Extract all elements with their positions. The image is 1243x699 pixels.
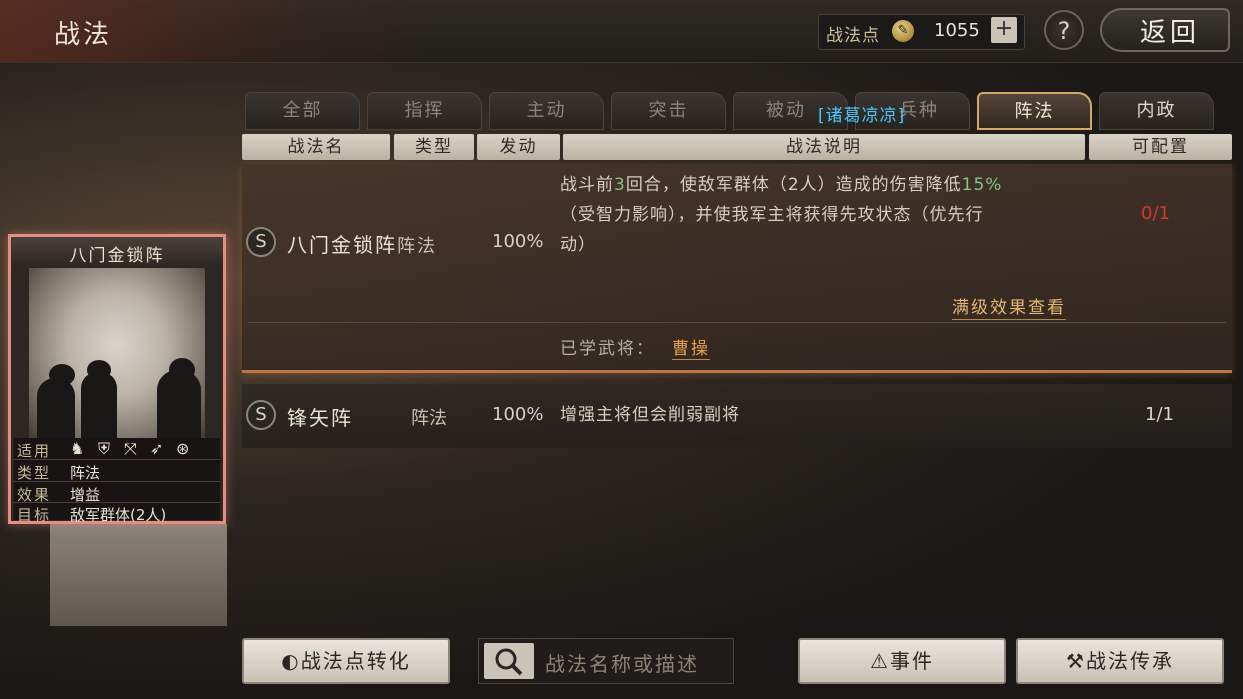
skill-type: 阵法 (397, 236, 437, 257)
tactic-point-icon: ✎ (892, 20, 914, 42)
cavalry-icon: ♞ (70, 439, 85, 458)
row-divider (248, 322, 1226, 323)
skill-description: 战斗前3回合，使敌军群体（2人）造成的伤害降低15% （受智力影响），并使我军主… (560, 175, 1003, 255)
type-label: 类型 (17, 464, 52, 482)
tab-assault[interactable]: 突击 (611, 92, 726, 130)
column-header-type[interactable]: 类型 (394, 134, 474, 160)
convert-icon: ◐ (281, 649, 301, 673)
shield-icon: ⛨ (98, 439, 111, 458)
wheel-icon: ⊛ (176, 439, 190, 458)
info-divider (14, 459, 220, 460)
convert-points-button[interactable]: ◐战法点转化 (242, 638, 450, 684)
page-title: 战法 (54, 20, 113, 50)
skill-config-count: 1/1 (1145, 404, 1174, 425)
skill-config-count: 0/1 (1141, 203, 1170, 224)
target-label: 目标 (17, 506, 52, 524)
card-title: 八门金锁阵 (69, 246, 165, 266)
grade-badge: S (246, 227, 276, 257)
search-icon (495, 648, 523, 676)
skill-rate: 100% (492, 231, 544, 252)
player-tag: [诸葛凉凉] (818, 106, 906, 126)
bow-icon: ⤧ (124, 439, 137, 458)
learned-general-link[interactable]: 曹操 (672, 334, 710, 360)
tactic-points-label: 战法点 (826, 26, 880, 46)
tab-formation[interactable]: 阵法 (977, 92, 1092, 130)
info-divider (14, 502, 220, 503)
target-value: 敌军群体(2人) (70, 506, 167, 524)
card-background-art (50, 524, 227, 626)
tab-active[interactable]: 主动 (489, 92, 604, 130)
inherit-button[interactable]: ⚒战法传承 (1016, 638, 1224, 684)
search-button[interactable] (484, 643, 534, 679)
hammer-icon: ⚒ (1066, 649, 1086, 673)
skill-type: 阵法 (411, 408, 447, 429)
tactic-points-value: 1055 (934, 20, 980, 41)
column-header-description: 战法说明 (563, 134, 1085, 160)
skill-description: 增强主将但会削弱副将 (560, 405, 740, 425)
skill-name: 锋矢阵 (287, 406, 353, 430)
skill-name: 八门金锁阵阵法 (287, 233, 437, 257)
tab-internal-affairs[interactable]: 内政 (1099, 92, 1214, 130)
card-illustration (29, 268, 205, 438)
back-button-label[interactable]: 返回 (1140, 12, 1200, 49)
info-divider (14, 481, 220, 482)
event-icon: ⚠ (870, 649, 890, 673)
help-button[interactable]: ? (1044, 10, 1084, 50)
full-level-effect-link[interactable]: 满级效果查看 (952, 293, 1066, 320)
applicable-label: 适用 (17, 442, 52, 460)
column-header-name[interactable]: 战法名 (242, 134, 390, 160)
column-header-configurable[interactable]: 可配置 (1089, 134, 1232, 160)
event-button[interactable]: ⚠事件 (798, 638, 1006, 684)
learned-generals-label: 已学武将： (560, 339, 655, 359)
tab-all[interactable]: 全部 (245, 92, 360, 130)
column-header-rate[interactable]: 发动 (477, 134, 560, 160)
add-points-button[interactable]: + (991, 17, 1017, 43)
type-value: 阵法 (70, 464, 101, 482)
search-placeholder[interactable]: 战法名称或描述 (545, 648, 699, 677)
spear-icon: ➶ (150, 439, 164, 458)
grade-badge: S (246, 400, 276, 430)
tab-command[interactable]: 指挥 (367, 92, 482, 130)
skill-rate: 100% (492, 404, 544, 425)
